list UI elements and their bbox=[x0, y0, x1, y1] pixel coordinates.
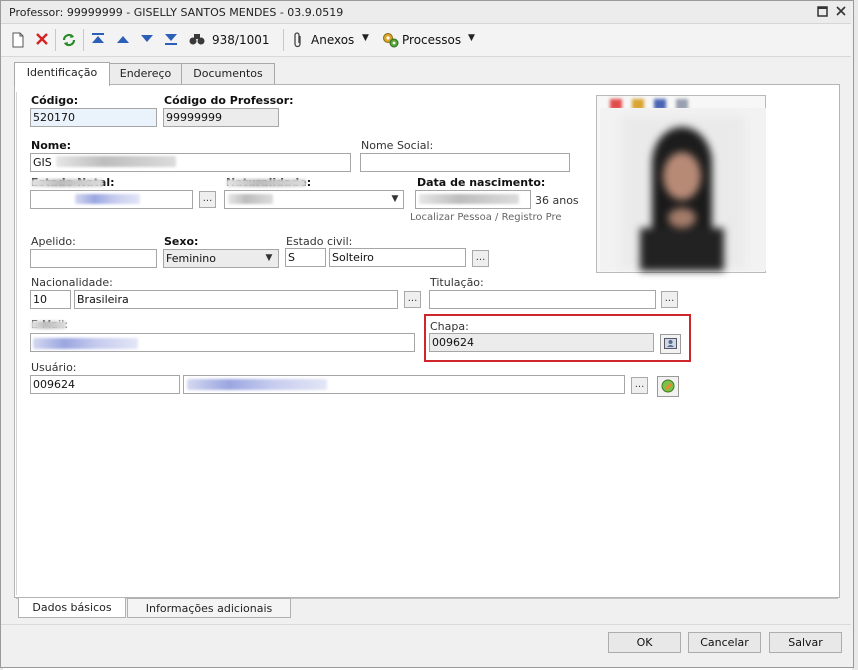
paperclip-icon[interactable] bbox=[290, 32, 306, 48]
panel-inner-border bbox=[16, 92, 17, 595]
maximize-icon[interactable] bbox=[817, 6, 829, 18]
redacted-estado-natal bbox=[75, 194, 140, 204]
estado-civil-code-field[interactable]: S bbox=[285, 248, 326, 267]
estado-civil-lookup-button[interactable]: ... bbox=[472, 250, 489, 267]
chapa-label: Chapa: bbox=[430, 320, 469, 333]
estado-civil-field[interactable]: Solteiro bbox=[329, 248, 466, 267]
nome-social-field[interactable] bbox=[360, 153, 570, 172]
toolbar: 938/1001 Anexos ▼ Processos ▼ bbox=[1, 24, 851, 57]
chevron-down-icon[interactable]: ▼ bbox=[261, 250, 277, 267]
localizar-pessoa-link[interactable]: Localizar Pessoa / Registro Pre bbox=[410, 212, 562, 223]
last-record-icon[interactable] bbox=[163, 32, 179, 48]
next-record-icon[interactable] bbox=[139, 32, 155, 48]
chapa-field[interactable]: 009624 bbox=[429, 333, 654, 352]
redacted-naturalidade bbox=[228, 194, 273, 204]
cancel-button[interactable]: Cancelar bbox=[688, 632, 761, 653]
titulacao-lookup-button[interactable]: ... bbox=[661, 291, 678, 308]
chevron-down-icon[interactable]: ▼ bbox=[468, 33, 475, 43]
previous-record-icon[interactable] bbox=[115, 32, 131, 48]
person-card-icon bbox=[664, 337, 677, 353]
usuario-label: Usuário: bbox=[31, 361, 77, 374]
window-title: Professor: 99999999 - GISELLY SANTOS MEN… bbox=[9, 6, 344, 19]
ok-button[interactable]: OK bbox=[608, 632, 681, 653]
nacionalidade-lookup-button[interactable]: ... bbox=[404, 291, 421, 308]
codigo-field[interactable]: 520170 bbox=[30, 108, 157, 127]
nome-label: Nome: bbox=[31, 139, 72, 152]
title-bar[interactable]: Professor: 99999999 - GISELLY SANTOS MEN… bbox=[1, 1, 851, 24]
estado-civil-label: Estado civil: bbox=[286, 235, 353, 248]
redacted-email bbox=[33, 338, 138, 349]
nacionalidade-code-field[interactable]: 10 bbox=[30, 290, 71, 309]
codigo-professor-label: Código do Professor: bbox=[164, 94, 294, 107]
chevron-down-icon[interactable]: ▼ bbox=[362, 33, 369, 43]
codigo-professor-field[interactable]: 99999999 bbox=[163, 108, 279, 127]
age-text: 36 anos bbox=[535, 194, 579, 207]
redacted-label-overlay bbox=[31, 321, 66, 329]
delete-icon[interactable] bbox=[34, 32, 50, 48]
user-edit-icon bbox=[661, 379, 675, 396]
toolbar-separator bbox=[83, 29, 84, 51]
usuario-lookup-button[interactable]: ... bbox=[631, 377, 648, 394]
footer-divider bbox=[1, 624, 851, 625]
data-nascimento-label: Data de nascimento: bbox=[417, 176, 546, 189]
usuario-edit-button[interactable] bbox=[657, 376, 679, 397]
apelido-label: Apelido: bbox=[31, 235, 76, 248]
redacted-date bbox=[419, 194, 519, 204]
titulacao-field[interactable] bbox=[429, 290, 656, 309]
nacionalidade-field[interactable]: Brasileira bbox=[74, 290, 398, 309]
sexo-label: Sexo: bbox=[164, 235, 199, 248]
redacted-label-overlay bbox=[31, 179, 103, 187]
usuario-code-field[interactable]: 009624 bbox=[30, 375, 180, 394]
attachments-menu[interactable]: Anexos bbox=[311, 33, 354, 47]
tab-informacoes-adicionais[interactable]: Informações adicionais bbox=[127, 598, 291, 618]
chevron-down-icon[interactable]: ▼ bbox=[387, 191, 403, 208]
chapa-lookup-button[interactable] bbox=[660, 334, 681, 354]
redacted-name bbox=[56, 156, 176, 167]
profile-photo bbox=[600, 108, 766, 271]
titulacao-label: Titulação: bbox=[430, 276, 484, 289]
redacted-label-overlay bbox=[226, 179, 306, 187]
redacted-usuario bbox=[187, 379, 327, 390]
codigo-label: Código: bbox=[31, 94, 79, 107]
tab-endereco[interactable]: Endereço bbox=[109, 63, 182, 85]
toolbar-separator bbox=[283, 29, 284, 51]
tab-identificacao[interactable]: Identificação bbox=[14, 62, 110, 86]
gears-icon[interactable] bbox=[382, 31, 399, 48]
estado-natal-lookup-button[interactable]: ... bbox=[199, 191, 216, 208]
new-document-icon[interactable] bbox=[10, 32, 26, 48]
binoculars-icon[interactable] bbox=[189, 32, 205, 48]
refresh-icon[interactable] bbox=[61, 32, 77, 48]
apelido-field[interactable] bbox=[30, 249, 157, 268]
processes-menu[interactable]: Processos bbox=[402, 33, 461, 47]
close-window-icon[interactable] bbox=[835, 5, 847, 17]
record-counter: 938/1001 bbox=[212, 33, 270, 47]
first-record-icon[interactable] bbox=[90, 32, 106, 48]
nome-value: GIS bbox=[33, 156, 52, 169]
toolbar-separator bbox=[55, 29, 56, 51]
tab-documentos[interactable]: Documentos bbox=[181, 63, 275, 85]
sexo-value: Feminino bbox=[166, 252, 216, 265]
nome-social-label: Nome Social: bbox=[361, 139, 434, 152]
tab-dados-basicos[interactable]: Dados básicos bbox=[18, 598, 126, 618]
nacionalidade-label: Nacionalidade: bbox=[31, 276, 113, 289]
save-button[interactable]: Salvar bbox=[769, 632, 842, 653]
